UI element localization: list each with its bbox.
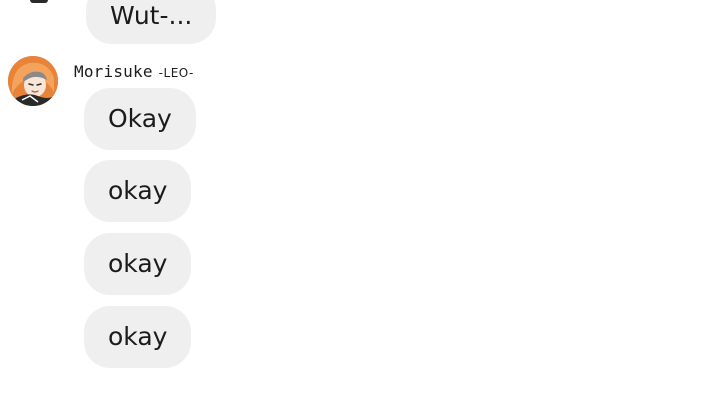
sender-name[interactable]: Morisuke	[74, 62, 153, 81]
message-bubble[interactable]: okay	[84, 306, 192, 368]
sender-name-row: Morisuke -LEO-	[74, 62, 194, 81]
message-bubble-previous[interactable]: Wut-...	[86, 0, 217, 44]
sender-tag: -LEO-	[158, 66, 194, 80]
message-bubble[interactable]: okay	[84, 233, 192, 295]
message-bubble[interactable]: Okay	[84, 88, 196, 150]
previous-avatar-edge	[30, 0, 48, 3]
anime-character-avatar-icon	[8, 56, 58, 106]
message-bubble[interactable]: okay	[84, 160, 192, 222]
sender-avatar[interactable]	[8, 56, 58, 106]
